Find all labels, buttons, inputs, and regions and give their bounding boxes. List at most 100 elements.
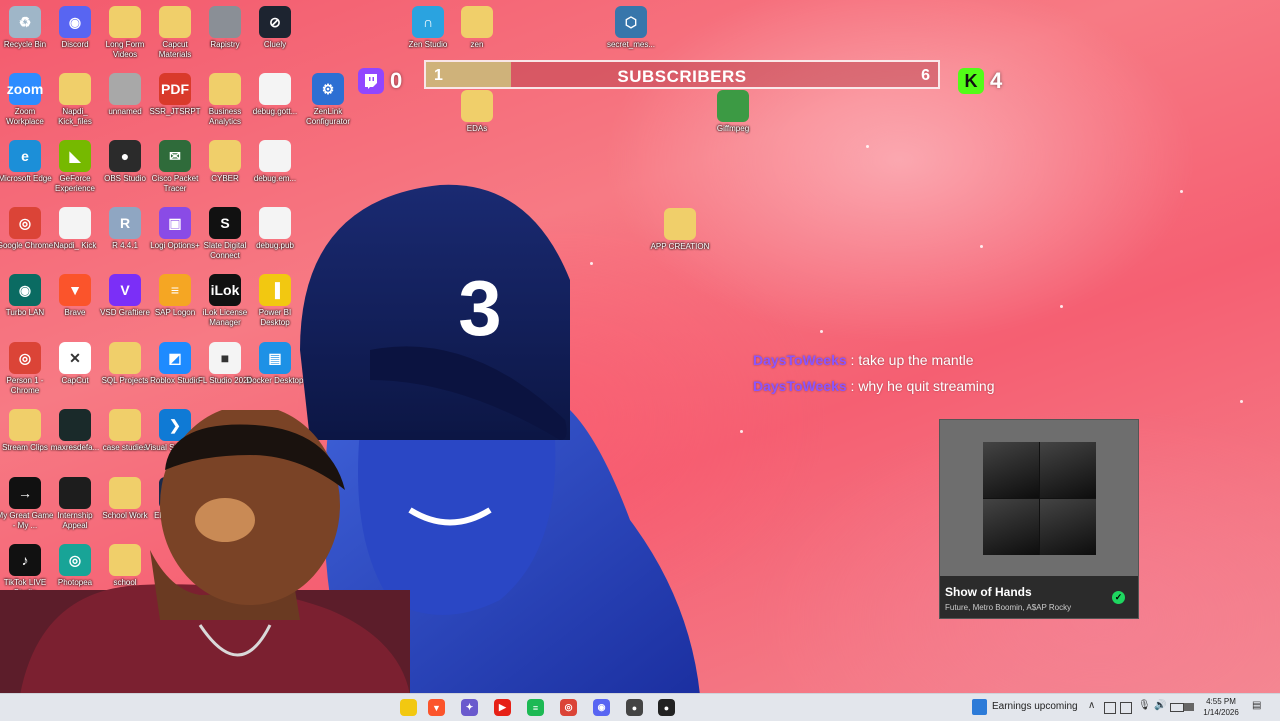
taskbar-spotify-icon[interactable]: ≡ — [527, 699, 544, 716]
desktop-shortcut-label: EDAs — [466, 124, 488, 133]
flstudio-icon: ■ — [209, 342, 241, 374]
track-artist: Future, Metro Boomin, A$AP Rocky — [945, 603, 1072, 612]
turbolan-icon: ◉ — [9, 274, 41, 306]
recycle-bin-icon: ♻ — [9, 6, 41, 38]
microphone-icon[interactable]: 🎙 — [1138, 700, 1151, 711]
chat-separator: : — [850, 352, 855, 368]
desktop-shortcut[interactable]: ⚙ ZenLink Configurator — [298, 73, 358, 127]
desktop-shortcut-label: debug.gott... — [252, 107, 298, 116]
geforce-icon: ◣ — [59, 140, 91, 172]
folder-icon — [109, 342, 141, 374]
twitch-icon — [358, 68, 384, 94]
zenlink-icon: ⚙ — [312, 73, 344, 105]
news-widget-text[interactable]: Earnings upcoming — [992, 701, 1078, 712]
twitch-count: 0 — [390, 68, 403, 93]
python-file-icon: ⬡ — [615, 6, 647, 38]
desktop-shortcut[interactable]: zen — [447, 6, 507, 50]
edge-icon: e — [9, 140, 41, 172]
taskbar-brave-icon[interactable]: ▼ — [428, 699, 445, 716]
wifi-icon[interactable] — [1170, 703, 1184, 712]
folder-icon — [209, 140, 241, 172]
track-title: Show of Hands — [945, 585, 1032, 599]
r-icon: R — [109, 207, 141, 239]
taskbar-record-icon[interactable]: ● — [626, 699, 643, 716]
desktop-shortcut-label: Giffmpeg — [716, 124, 750, 133]
show-hidden-icons-chevron-icon[interactable]: ∧ — [1088, 700, 1095, 711]
chrome-file-icon — [259, 140, 291, 172]
chat-message: DaysToWeeks : take up the mantle — [753, 352, 974, 368]
taskbar-chrome-icon[interactable]: ◎ — [560, 699, 577, 716]
sap-icon: ≡ — [159, 274, 191, 306]
tray-app-icon[interactable] — [1120, 702, 1132, 714]
subscriber-goal-target: 6 — [921, 67, 930, 84]
kick-count: 4 — [990, 68, 1003, 93]
now-playing-widget: Show of Hands Future, Metro Boomin, A$AP… — [939, 419, 1139, 619]
keyboard-icon[interactable] — [1184, 703, 1194, 711]
kick-follower-counter: K 4 — [958, 68, 1002, 94]
taskbar-youtube-icon[interactable]: ▶ — [494, 699, 511, 716]
chat-username: DaysToWeeks — [753, 378, 847, 394]
tray-app-icon[interactable] — [1104, 702, 1116, 714]
chrome-file-icon — [259, 73, 291, 105]
slate-icon: S — [209, 207, 241, 239]
volume-icon[interactable]: 🔊 — [1154, 700, 1166, 711]
chat-text: why he quit streaming — [858, 378, 995, 394]
pdf-icon: PDF — [159, 73, 191, 105]
news-widget-icon[interactable] — [972, 699, 987, 715]
taskbar-folder-icon[interactable] — [400, 699, 417, 716]
discord-icon: ◉ — [59, 6, 91, 38]
cluely-icon: ⊘ — [259, 6, 291, 38]
taskbar-clock-date[interactable]: 1/14/2026 — [1196, 707, 1246, 718]
desktop-shortcut-label: ZenLink Configurator — [305, 107, 351, 126]
ilok-icon: iLok — [209, 274, 241, 306]
desktop-shortcut-label: Cluely — [263, 40, 287, 49]
zip-folder-icon — [717, 90, 749, 122]
liked-check-icon[interactable]: ✓ — [1112, 591, 1125, 604]
album-art — [983, 442, 1096, 555]
webcam-feed — [0, 410, 410, 695]
logi-icon: ▣ — [159, 207, 191, 239]
subscriber-goal-bar: 1 SUBSCRIBERS 6 — [424, 60, 940, 89]
chat-username: DaysToWeeks — [753, 352, 847, 368]
taskbar-discord-icon[interactable]: ◉ — [593, 699, 610, 716]
chat-text: take up the mantle — [858, 352, 974, 368]
desktop-shortcut-label: zen — [470, 40, 484, 49]
notification-center-icon[interactable]: ▤ — [1252, 700, 1261, 711]
folder-icon — [209, 73, 241, 105]
folder-icon — [159, 6, 191, 38]
desktop-shortcut-label: secret_mes... — [606, 40, 655, 49]
folder-icon — [59, 73, 91, 105]
vsd-icon: V — [109, 274, 141, 306]
chrome-file-icon — [59, 207, 91, 239]
obs-icon: ● — [109, 140, 141, 172]
capcut-icon: ✕ — [59, 342, 91, 374]
twitch-follower-counter: 0 — [358, 68, 402, 94]
subscriber-goal-label: SUBSCRIBERS — [617, 67, 747, 86]
image-file-icon — [109, 73, 141, 105]
taskbar: ▼ ✦ ▶ ≡ ◎ ◉ ● ● Earnings upcoming ∧ 🎙 🔊 4:55 PM… — [0, 693, 1280, 721]
chrome-icon: ◎ — [9, 207, 41, 239]
taskbar-obs-icon[interactable]: ● — [658, 699, 675, 716]
desktop-shortcut[interactable]: Giffmpeg — [703, 90, 763, 134]
folder-icon — [109, 6, 141, 38]
svg-text:3: 3 — [458, 264, 501, 352]
zoom-icon: zoom — [7, 73, 43, 105]
desktop-shortcut[interactable]: ⬡ secret_mes... — [601, 6, 661, 50]
chat-message: DaysToWeeks : why he quit streaming — [753, 378, 995, 394]
zenstudio-icon: ∩ — [412, 6, 444, 38]
taskbar-copilot-icon[interactable]: ✦ — [461, 699, 478, 716]
roblox-icon: ◩ — [159, 342, 191, 374]
chrome-profile-icon: ◎ — [9, 342, 41, 374]
desktop-shortcut[interactable]: debug.em... — [245, 140, 305, 184]
folder-icon — [209, 6, 241, 38]
folder-icon — [461, 6, 493, 38]
desktop-shortcut[interactable]: debug.gott... — [245, 73, 305, 117]
desktop-shortcut[interactable]: ⊘ Cluely — [245, 6, 305, 50]
brave-icon: ▼ — [59, 274, 91, 306]
cisco-icon: ✉ — [159, 140, 191, 172]
taskbar-clock-time[interactable]: 4:55 PM — [1196, 696, 1246, 707]
kick-icon: K — [958, 68, 984, 94]
folder-icon — [461, 90, 493, 122]
chat-separator: : — [850, 378, 855, 394]
desktop-shortcut[interactable]: EDAs — [447, 90, 507, 134]
